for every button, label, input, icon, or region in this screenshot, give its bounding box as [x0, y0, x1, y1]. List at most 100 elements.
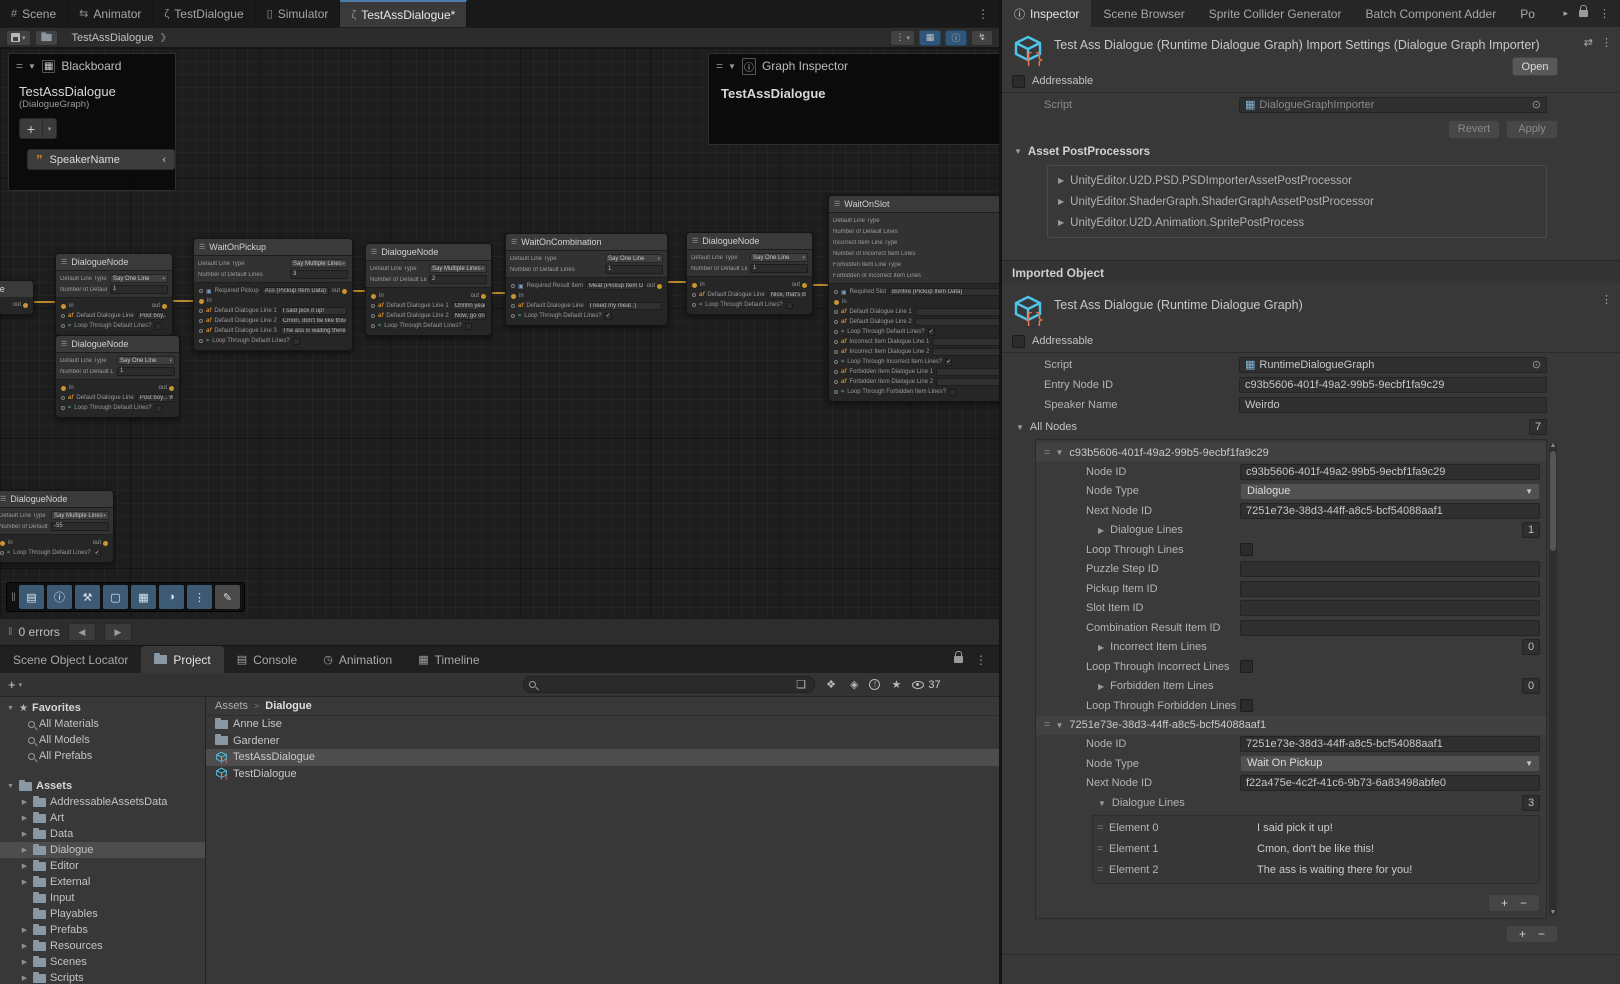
checkbox[interactable] [1240, 699, 1253, 712]
data-port-icon[interactable] [692, 293, 696, 297]
data-port-icon[interactable] [61, 314, 65, 318]
assets-root[interactable]: ▼Assets [0, 778, 205, 794]
script-field[interactable]: ▦DialogueGraphImporter⊙ [1239, 97, 1547, 113]
text-field[interactable] [1240, 561, 1540, 577]
graph-inspector-header[interactable]: = ▼ ⓘ Graph Inspector [709, 54, 999, 78]
graph-node-dialoguenode[interactable]: ☰DialogueNodeDefault Line TypeSay One Li… [686, 232, 813, 315]
tab-testdialogue[interactable]: ζTestDialogue [153, 0, 255, 27]
node-object-row[interactable]: ▣Required PickupAss (Pickup Item Data)⊙o… [194, 286, 352, 296]
object-picker-icon[interactable]: ⊙ [1532, 98, 1541, 113]
window-button[interactable]: ▢ [103, 585, 128, 609]
toggle-debug-button[interactable]: ↯ [971, 30, 993, 46]
graph-canvas[interactable]: = ▼ ▦ Blackboard TestAssDialogue (Dialog… [0, 48, 999, 618]
checkbox[interactable] [155, 405, 162, 412]
add-property-button[interactable]: + [19, 118, 43, 139]
blackboard-property-speakername[interactable]: ” SpeakerName ‹ [27, 149, 175, 170]
object-field[interactable]: Meat (Pickup Item Data)⊙ [586, 282, 644, 290]
text-field[interactable] [915, 308, 999, 316]
create-asset-button[interactable]: + ▾ [8, 677, 22, 692]
data-port-icon[interactable] [834, 380, 838, 384]
data-port-icon[interactable] [511, 304, 515, 308]
foldout-arrow-icon[interactable]: ▶ [20, 830, 29, 838]
folder-item-art[interactable]: ▶Art [0, 810, 205, 826]
object-field[interactable]: Bonfire (Pickup Item Data)⊙ [889, 288, 999, 296]
node-field-row[interactable]: afDefault Dialogue Line 2 [829, 317, 999, 327]
node-entry-header[interactable]: =▼c93b5606-401f-49a2-99b5-9ecbf1fa9c29 [1036, 443, 1546, 462]
node-title-bar[interactable]: ☰WaitOnSlot [829, 196, 999, 212]
node-check-row[interactable]: ≈Loop Through Default Lines? [56, 321, 172, 331]
node-object-row[interactable]: ▣Required SlotBonfire (Pickup Item Data)… [829, 287, 999, 297]
presets-icon[interactable]: ⇄ [1584, 36, 1593, 49]
node-field-row[interactable]: afForbidden Item Dialogue Line 2 [829, 377, 999, 387]
text-field[interactable] [936, 378, 999, 386]
text-field[interactable] [932, 338, 999, 346]
property-number-field[interactable]: -55 [51, 522, 109, 531]
text-field[interactable]: Weirdo [1239, 397, 1547, 413]
dropdown-field[interactable]: Dialogue▼ [1240, 483, 1540, 500]
output-port[interactable]: out [792, 282, 807, 288]
node-check-row[interactable]: ≈Loop Through Default Lines?✓ [0, 548, 113, 558]
property-number-field[interactable]: 2 [429, 275, 487, 284]
revert-button[interactable]: Revert [1448, 120, 1500, 139]
graph-node-dialoguenode[interactable]: ☰DialogueNodeDefault Line TypeSay One Li… [55, 335, 180, 418]
node-field-row[interactable]: afDefault Dialogue Line 1 [829, 307, 999, 317]
tab-animation[interactable]: ◷Animation [310, 646, 405, 673]
text-field[interactable]: c93b5606-401f-49a2-99b5-9ecbf1fa9c29 [1240, 464, 1540, 480]
sidebar-item-all-materials[interactable]: All Materials [0, 716, 205, 732]
property-number-field[interactable]: 1 [605, 265, 663, 274]
node-field-row[interactable]: afDefault Dialogue LinePost boy... W [56, 393, 179, 403]
next-error-button[interactable]: ▶ [104, 623, 132, 641]
apply-button[interactable]: Apply [1506, 120, 1558, 139]
lock-icon[interactable] [954, 656, 963, 663]
node-list-scrollbar[interactable]: ▲▼ [1549, 443, 1557, 915]
node-title-bar[interactable]: ☰DialogueNode [56, 254, 172, 270]
foldout-arrow-icon[interactable]: ▼ [1055, 448, 1063, 457]
tab-console[interactable]: ▤Console [224, 646, 310, 673]
node-title-bar[interactable]: ☰WaitOnPickup [194, 239, 352, 255]
drag-handle-icon[interactable]: ‖ [11, 590, 14, 604]
checkbox[interactable]: ✓ [945, 359, 952, 366]
visibility-toggle[interactable]: 37 [912, 679, 940, 691]
node-title-bar[interactable]: ☰StartNode [0, 281, 33, 297]
add-property-dropdown[interactable]: ▾ [43, 118, 57, 139]
output-port[interactable]: out [13, 302, 28, 308]
chevron-down-icon[interactable]: ▼ [728, 62, 736, 71]
foldout-arrow-icon[interactable]: ▶ [20, 846, 29, 854]
checkbox[interactable] [786, 302, 793, 309]
object-field[interactable]: Ass (Pickup Item Data)⊙ [262, 287, 329, 295]
breadcrumb-current[interactable]: Dialogue [265, 700, 311, 712]
breadcrumb-root[interactable]: Assets [215, 700, 248, 712]
drag-handle-icon[interactable]: = [1093, 822, 1109, 834]
foldout-arrow-icon[interactable]: ▼ [6, 783, 15, 790]
tab-scene[interactable]: #Scene [0, 0, 68, 27]
data-port-icon[interactable] [371, 314, 375, 318]
tab-scene-browser[interactable]: Scene Browser [1091, 0, 1196, 27]
drag-handle-icon[interactable]: = [1044, 447, 1049, 459]
drag-handle-icon[interactable]: = [1093, 843, 1109, 855]
drag-handle-icon[interactable]: ‖ [8, 626, 11, 638]
window-menu-icon[interactable]: ⋮ [967, 0, 999, 27]
data-port-icon[interactable] [199, 289, 203, 293]
drag-handle-icon[interactable]: = [16, 59, 22, 73]
text-field[interactable]: Post boy... W [137, 312, 167, 320]
tab-scene-object-locator[interactable]: Scene Object Locator [0, 646, 141, 673]
node-field-row[interactable]: afDefault Dialogue Line 2Now, go on, ... [366, 311, 491, 321]
folder-item-resources[interactable]: ▶Resources [0, 938, 205, 954]
node-check-row[interactable]: ≈Loop Through Default Lines? [366, 321, 491, 331]
data-port-icon[interactable] [371, 304, 375, 308]
asset-postprocessors-foldout[interactable]: ▼Asset PostProcessors [1002, 141, 1620, 162]
checkbox[interactable] [465, 323, 472, 330]
lock-icon[interactable] [1579, 10, 1588, 17]
text-field[interactable]: I said pick it up! [280, 307, 347, 315]
foldout-arrow-icon[interactable]: ▶ [1098, 682, 1104, 691]
property-dropdown[interactable]: Say Multiple Lines▾ [290, 259, 348, 268]
text-field[interactable]: Nice, that's it! [768, 291, 807, 299]
data-port-icon[interactable] [834, 320, 838, 324]
addressable-checkbox[interactable] [1012, 75, 1025, 88]
data-port-icon[interactable] [834, 370, 838, 374]
data-port-icon[interactable] [834, 350, 838, 354]
data-port-icon[interactable] [61, 324, 65, 328]
remove-node-button[interactable]: − [1538, 927, 1545, 941]
folder-item-playables[interactable]: Playables [0, 906, 205, 922]
data-port-icon[interactable] [199, 329, 203, 333]
